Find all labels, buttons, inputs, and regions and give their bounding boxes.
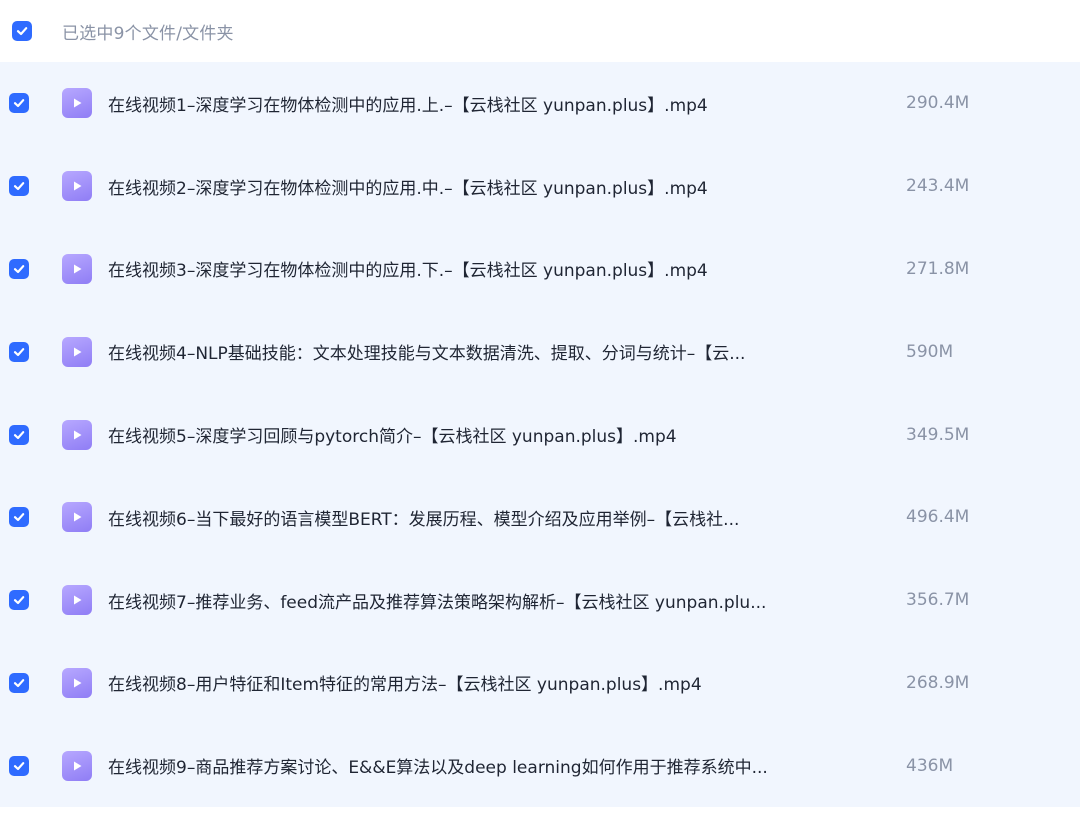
video-file-icon <box>62 750 92 781</box>
checkmark-icon <box>13 430 25 439</box>
checkmark-icon <box>13 182 25 191</box>
file-size: 496.4M <box>906 507 970 528</box>
file-row[interactable]: 在线视频9–商品推荐方案讨论、E&&E算法以及deep learning如何作用… <box>0 724 1080 807</box>
file-checkbox[interactable] <box>9 672 29 693</box>
file-checkbox[interactable] <box>9 755 29 776</box>
file-checkbox[interactable] <box>9 258 29 279</box>
select-all-checkbox[interactable] <box>12 21 32 41</box>
checkmark-icon <box>13 513 25 522</box>
file-checkbox[interactable] <box>9 507 29 528</box>
file-selection-panel: 已选中9个文件/文件夹 在线视频1–深度学习在物体检测中的应用.上.–【云栈社区… <box>0 0 1080 834</box>
checkmark-icon <box>16 27 28 36</box>
file-list: 在线视频1–深度学习在物体检测中的应用.上.–【云栈社区 yunpan.plus… <box>0 62 1080 807</box>
file-size: 349.5M <box>906 424 970 445</box>
file-name[interactable]: 在线视频3–深度学习在物体检测中的应用.下.–【云栈社区 yunpan.plus… <box>108 256 868 281</box>
file-size: 271.8M <box>906 258 970 279</box>
video-file-icon <box>62 336 92 367</box>
video-file-icon <box>62 171 92 202</box>
file-checkbox[interactable] <box>9 424 29 445</box>
selection-header: 已选中9个文件/文件夹 <box>0 0 1080 62</box>
video-file-icon <box>62 419 92 450</box>
file-size: 243.4M <box>906 176 970 197</box>
file-size: 290.4M <box>906 93 970 114</box>
checkmark-icon <box>13 761 25 770</box>
file-row[interactable]: 在线视频1–深度学习在物体检测中的应用.上.–【云栈社区 yunpan.plus… <box>0 62 1080 145</box>
file-size: 590M <box>906 341 954 362</box>
checkmark-icon <box>13 347 25 356</box>
file-checkbox[interactable] <box>9 341 29 362</box>
file-checkbox[interactable] <box>9 590 29 611</box>
video-file-icon <box>62 502 92 533</box>
selection-count-label: 已选中9个文件/文件夹 <box>62 23 234 44</box>
file-name[interactable]: 在线视频5–深度学习回顾与pytorch简介–【云栈社区 yunpan.plus… <box>108 422 868 447</box>
file-row[interactable]: 在线视频6–当下最好的语言模型BERT：发展历程、模型介绍及应用举例–【云栈社.… <box>0 476 1080 559</box>
file-name[interactable]: 在线视频2–深度学习在物体检测中的应用.中.–【云栈社区 yunpan.plus… <box>108 174 868 199</box>
file-row[interactable]: 在线视频5–深度学习回顾与pytorch简介–【云栈社区 yunpan.plus… <box>0 393 1080 476</box>
file-row[interactable]: 在线视频2–深度学习在物体检测中的应用.中.–【云栈社区 yunpan.plus… <box>0 145 1080 228</box>
checkmark-icon <box>13 265 25 274</box>
file-name[interactable]: 在线视频1–深度学习在物体检测中的应用.上.–【云栈社区 yunpan.plus… <box>108 91 868 116</box>
file-size: 356.7M <box>906 590 970 611</box>
checkmark-icon <box>13 99 25 108</box>
file-name[interactable]: 在线视频8–用户特征和Item特征的常用方法–【云栈社区 yunpan.plus… <box>108 670 868 695</box>
file-name[interactable]: 在线视频4–NLP基础技能：文本处理技能与文本数据清洗、提取、分词与统计–【云.… <box>108 339 868 364</box>
video-file-icon <box>62 88 92 119</box>
video-file-icon <box>62 585 92 616</box>
checkmark-icon <box>13 596 25 605</box>
file-size: 436M <box>906 755 954 776</box>
file-row[interactable]: 在线视频8–用户特征和Item特征的常用方法–【云栈社区 yunpan.plus… <box>0 642 1080 725</box>
file-size: 268.9M <box>906 672 970 693</box>
file-checkbox[interactable] <box>9 176 29 197</box>
video-file-icon <box>62 253 92 284</box>
file-row[interactable]: 在线视频7–推荐业务、feed流产品及推荐算法策略架构解析–【云栈社区 yunp… <box>0 559 1080 642</box>
file-row[interactable]: 在线视频3–深度学习在物体检测中的应用.下.–【云栈社区 yunpan.plus… <box>0 228 1080 311</box>
file-checkbox[interactable] <box>9 93 29 114</box>
file-name[interactable]: 在线视频6–当下最好的语言模型BERT：发展历程、模型介绍及应用举例–【云栈社.… <box>108 505 868 530</box>
checkmark-icon <box>13 679 25 688</box>
file-name[interactable]: 在线视频9–商品推荐方案讨论、E&&E算法以及deep learning如何作用… <box>108 753 868 778</box>
file-name[interactable]: 在线视频7–推荐业务、feed流产品及推荐算法策略架构解析–【云栈社区 yunp… <box>108 588 868 613</box>
bottom-strip <box>0 807 1080 834</box>
file-row[interactable]: 在线视频4–NLP基础技能：文本处理技能与文本数据清洗、提取、分词与统计–【云.… <box>0 310 1080 393</box>
video-file-icon <box>62 667 92 698</box>
